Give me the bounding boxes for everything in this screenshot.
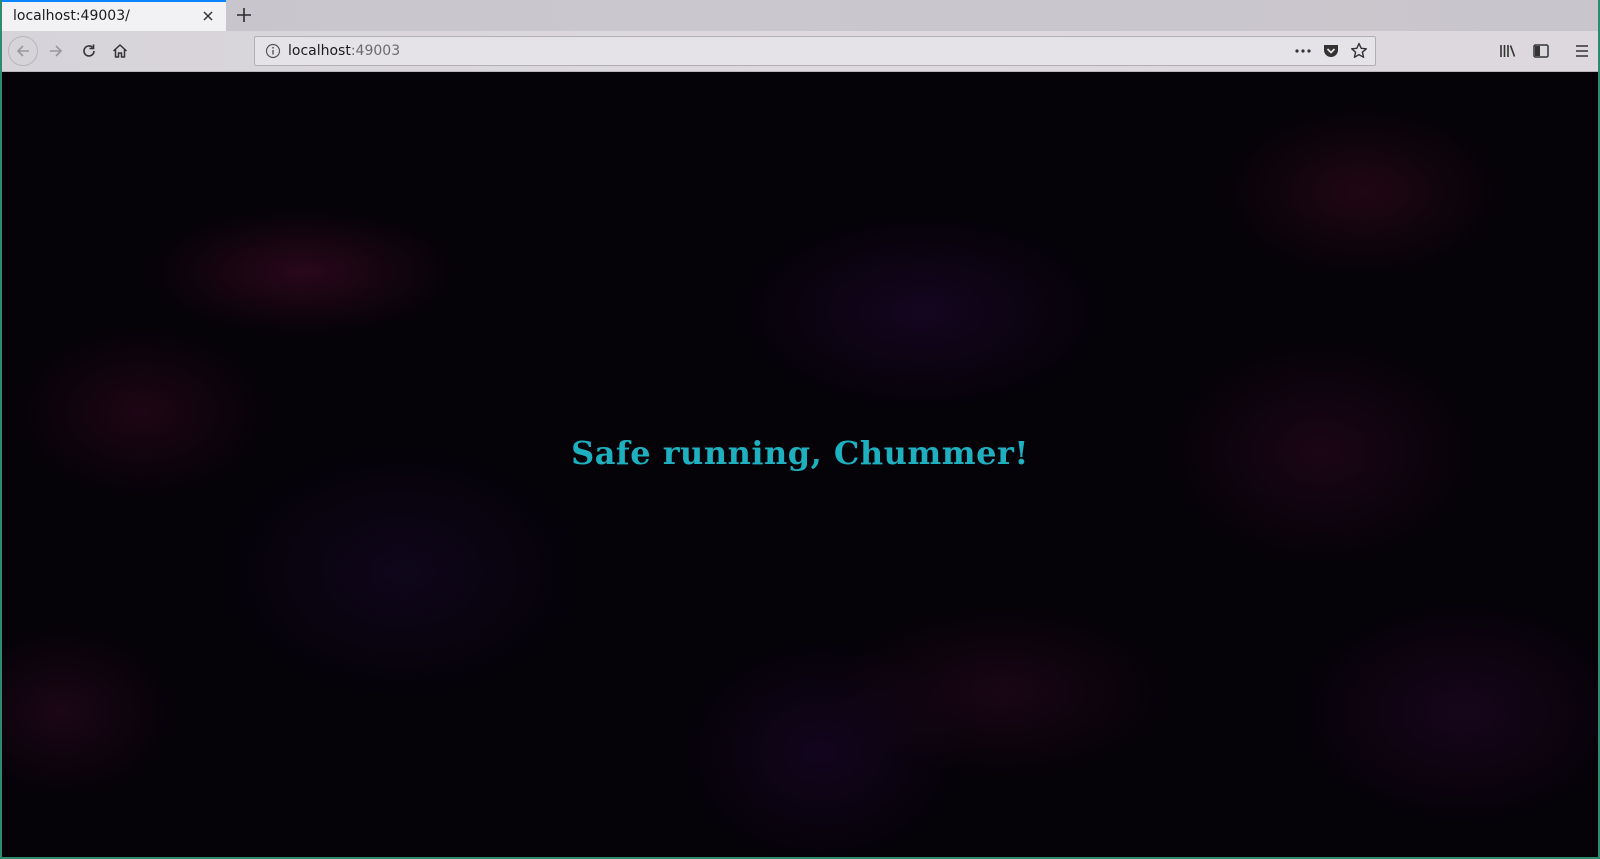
arrow-left-icon[interactable] bbox=[8, 36, 38, 66]
url-host: localhost bbox=[288, 43, 351, 59]
page-content: Safe running, Chummer! bbox=[2, 72, 1598, 857]
tab-title: localhost:49003/ bbox=[13, 8, 130, 24]
browser-window: localhost:49003/ localhost:49003 Safe ru… bbox=[0, 0, 1600, 859]
star-icon[interactable] bbox=[1349, 41, 1369, 61]
tab-active[interactable]: localhost:49003/ bbox=[2, 0, 226, 31]
url-bar[interactable]: localhost:49003 bbox=[254, 36, 1376, 66]
url-actions bbox=[1293, 41, 1369, 61]
hamburger-menu-icon[interactable] bbox=[1572, 41, 1592, 61]
info-icon[interactable] bbox=[265, 43, 281, 59]
library-icon[interactable] bbox=[1498, 41, 1518, 61]
sidebar-icon[interactable] bbox=[1531, 41, 1551, 61]
close-icon[interactable] bbox=[200, 8, 216, 24]
plus-icon[interactable] bbox=[234, 5, 254, 25]
ellipsis-icon[interactable] bbox=[1293, 41, 1313, 61]
nav-toolbar: localhost:49003 bbox=[2, 31, 1598, 72]
url-text[interactable]: localhost:49003 bbox=[288, 43, 400, 59]
pocket-icon[interactable] bbox=[1321, 41, 1341, 61]
home-icon[interactable] bbox=[106, 37, 134, 65]
page-headline: Safe running, Chummer! bbox=[571, 434, 1029, 472]
reload-icon[interactable] bbox=[75, 37, 103, 65]
tab-strip: localhost:49003/ bbox=[2, 0, 1598, 31]
arrow-right-icon[interactable] bbox=[42, 37, 70, 65]
url-port: :49003 bbox=[350, 43, 401, 59]
